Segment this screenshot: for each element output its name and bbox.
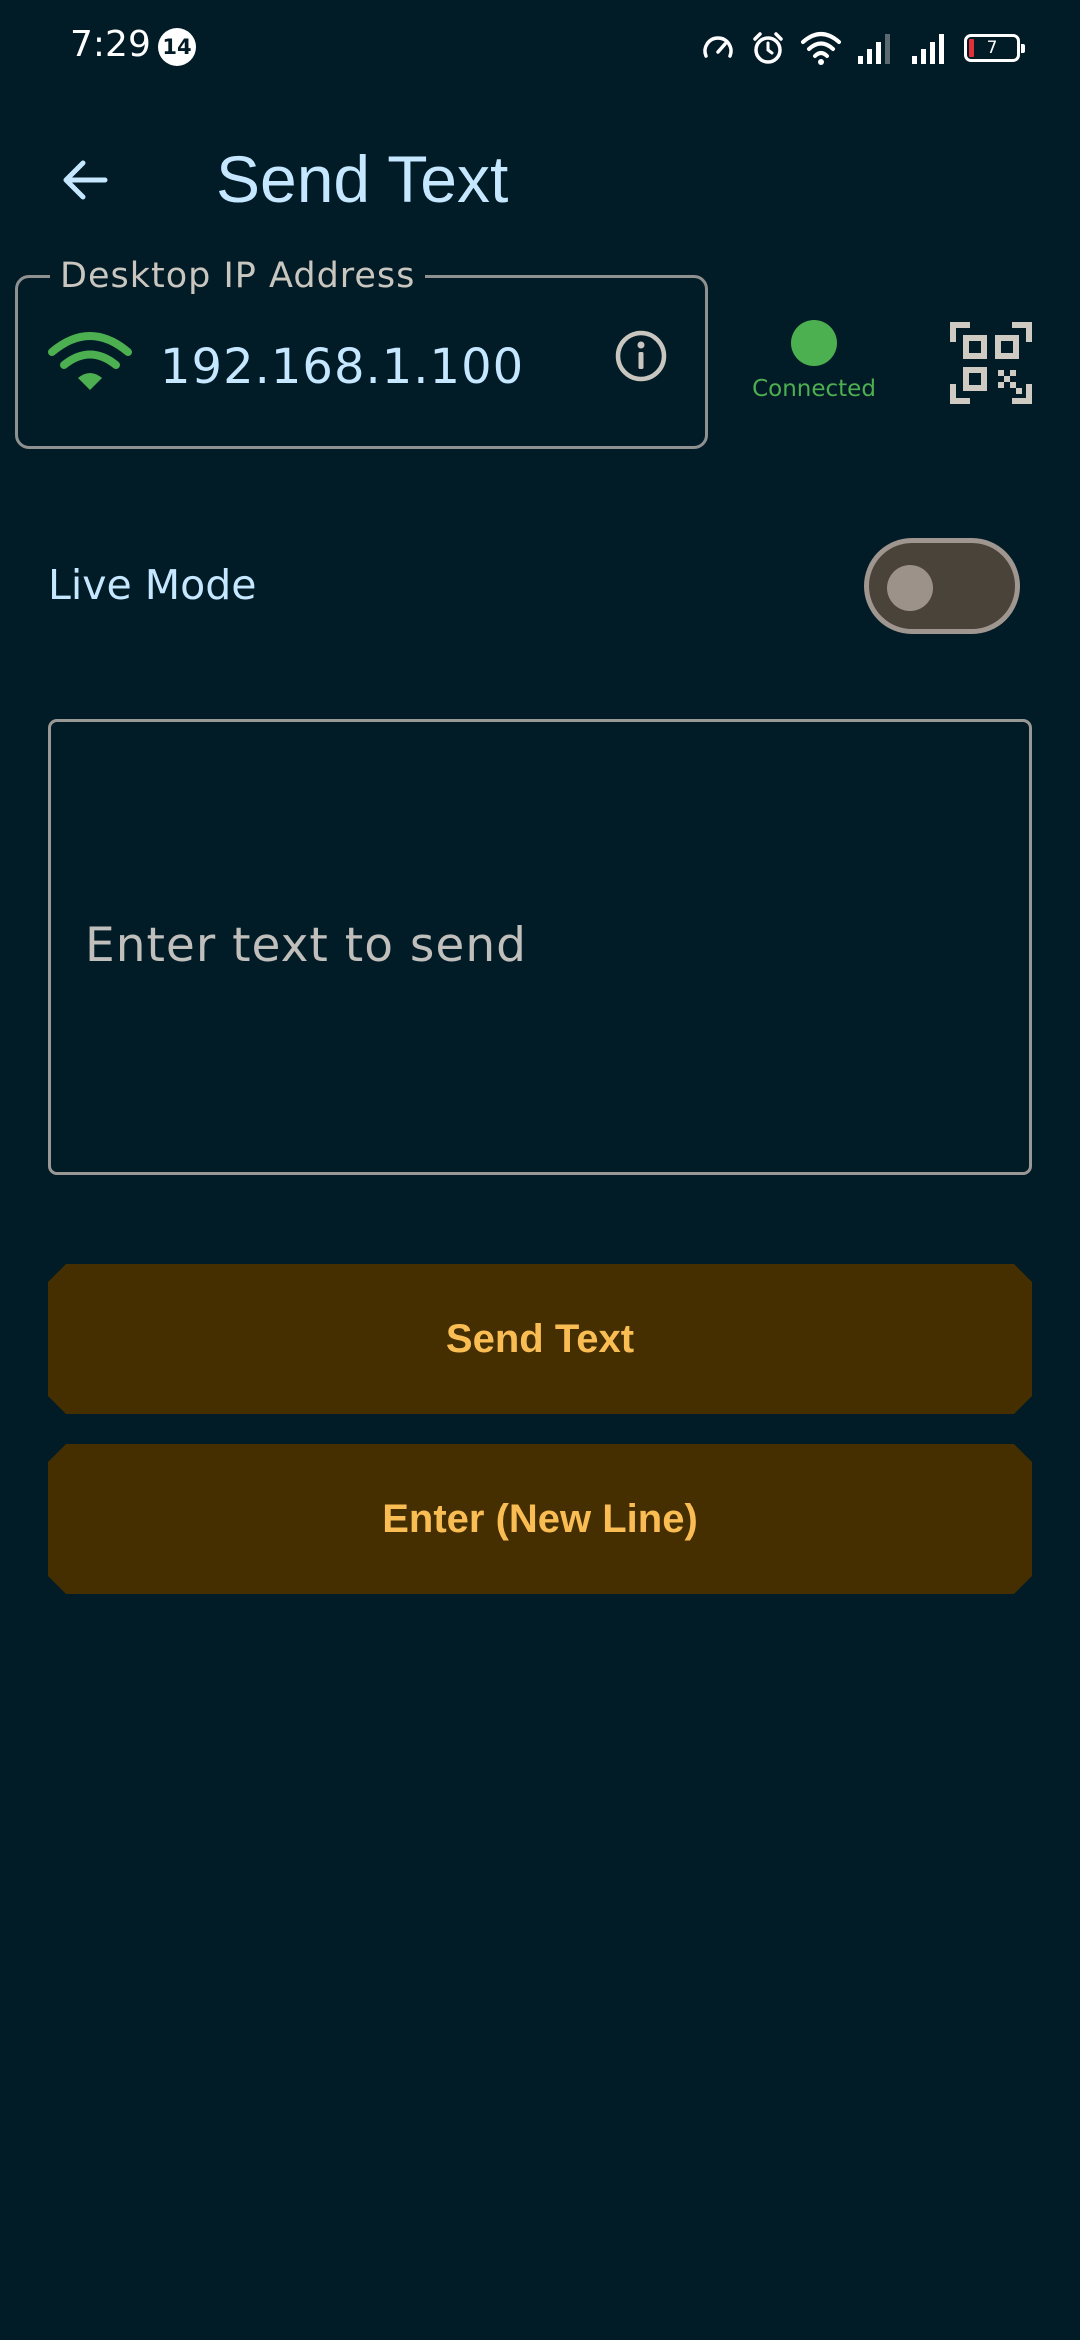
- send-text-button[interactable]: Send Text: [48, 1264, 1032, 1414]
- text-input-placeholder: Enter text to send: [85, 918, 527, 973]
- toggle-knob: [887, 565, 933, 611]
- back-button[interactable]: [50, 145, 120, 215]
- connection-status-label: Connected: [752, 376, 876, 402]
- wifi-icon: [48, 328, 132, 399]
- page-title: Send Text: [216, 142, 509, 216]
- status-icons: 7: [700, 28, 1025, 68]
- notification-count-badge: 14: [158, 28, 196, 66]
- ip-address-value: 192.168.1.100: [160, 339, 525, 395]
- qr-scan-button[interactable]: [950, 322, 1032, 404]
- status-bar: 7:29 14 7: [0, 0, 1080, 96]
- enter-new-line-button[interactable]: Enter (New Line): [48, 1444, 1032, 1594]
- speed-icon: [703, 36, 733, 58]
- cell-signal-icon: [912, 34, 944, 64]
- qr-code-icon: [950, 322, 1032, 404]
- text-input-field[interactable]: Enter text to send: [48, 719, 1032, 1175]
- battery-icon: 7: [964, 34, 1025, 62]
- live-mode-toggle[interactable]: [864, 538, 1020, 634]
- arrow-left-icon: [63, 160, 108, 200]
- cell-signal-icon: [858, 34, 890, 64]
- send-text-screen: 7:29 14 7 Send Text Desktop IP Address 1…: [0, 0, 1080, 2340]
- wifi-icon: [801, 32, 841, 65]
- info-icon[interactable]: [613, 328, 669, 389]
- ip-address-field[interactable]: Desktop IP Address 192.168.1.100: [15, 256, 708, 449]
- live-mode-label: Live Mode: [48, 561, 257, 609]
- alarm-icon: [753, 32, 783, 64]
- ip-address-label: Desktop IP Address: [50, 256, 426, 296]
- status-time: 7:29: [70, 24, 151, 65]
- connection-status-dot: [791, 320, 837, 366]
